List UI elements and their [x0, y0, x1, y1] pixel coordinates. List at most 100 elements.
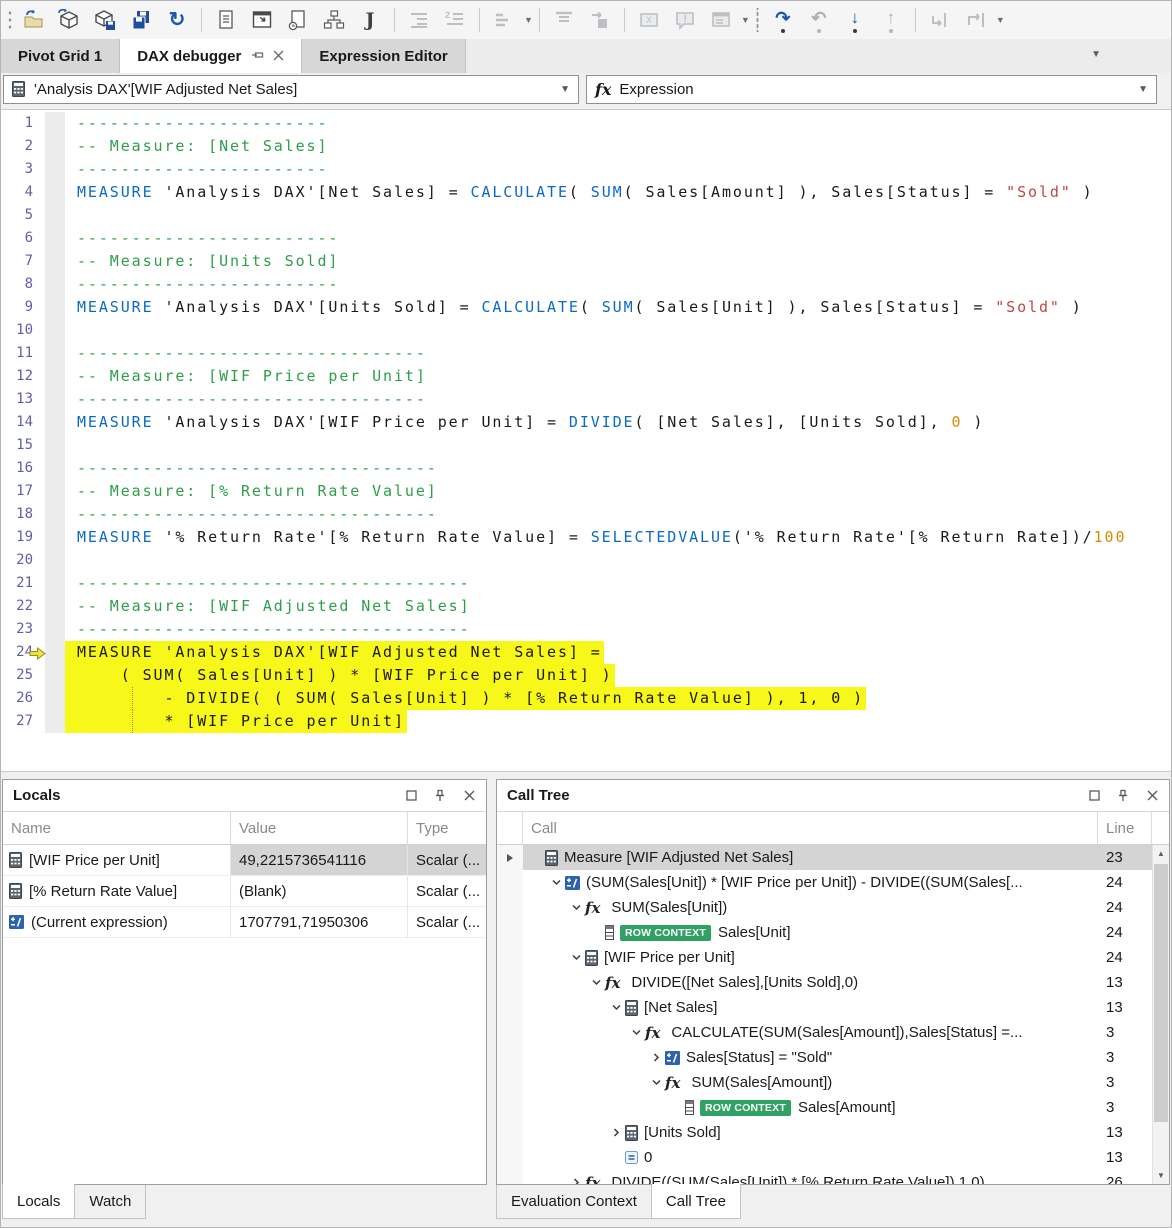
column-header-line[interactable]: Line	[1098, 812, 1152, 844]
run-results-icon[interactable]	[249, 7, 275, 33]
calltree-row[interactable]: ROW CONTEXTSales[Unit]24	[497, 920, 1152, 945]
debug-dropdown-icon[interactable]: ▼	[996, 15, 1005, 25]
windows-icon[interactable]	[708, 7, 734, 33]
save-model-icon[interactable]	[92, 7, 118, 33]
jump-out-icon[interactable]	[963, 7, 989, 33]
code-line[interactable]: 8------------------------	[1, 273, 1171, 296]
calltree-row[interactable]: Sales[Status] = "Sold"3	[497, 1045, 1152, 1070]
column-header-type[interactable]: Type	[408, 812, 486, 844]
code-line[interactable]: 1-----------------------	[1, 112, 1171, 135]
code-line[interactable]: 22-- Measure: [WIF Adjusted Net Sales]	[1, 595, 1171, 618]
code-line[interactable]: 14MEASURE 'Analysis DAX'[WIF Price per U…	[1, 411, 1171, 434]
tab-watch[interactable]: Watch	[75, 1185, 146, 1219]
tab-locals[interactable]: Locals	[2, 1184, 75, 1219]
tab-dax-debugger[interactable]: DAX debugger	[120, 39, 302, 73]
calltree-row[interactable]: [Units Sold]13	[497, 1120, 1152, 1145]
calltree-row[interactable]: fxCALCULATE(SUM(Sales[Amount]),Sales[Sta…	[497, 1020, 1152, 1045]
code-line[interactable]: 17-- Measure: [% Return Rate Value]	[1, 480, 1171, 503]
tab-call-tree[interactable]: Call Tree	[652, 1184, 741, 1219]
code-line[interactable]: 11--------------------------------	[1, 342, 1171, 365]
watch-window-icon[interactable]: X	[636, 7, 662, 33]
hierarchy-icon[interactable]	[321, 7, 347, 33]
chevron-down-icon[interactable]	[607, 1002, 625, 1013]
code-line[interactable]: 19MEASURE '% Return Rate'[% Return Rate …	[1, 526, 1171, 549]
code-line[interactable]: 2-- Measure: [Net Sales]	[1, 135, 1171, 158]
pin-icon[interactable]	[1116, 789, 1130, 803]
column-header-call[interactable]: Call	[523, 812, 1098, 844]
code-line[interactable]: 6------------------------	[1, 227, 1171, 250]
code-line[interactable]: 24MEASURE 'Analysis DAX'[WIF Adjusted Ne…	[1, 641, 1171, 664]
calltree-row[interactable]: Measure [WIF Adjusted Net Sales]23	[497, 845, 1152, 870]
chevron-right-icon[interactable]	[567, 1177, 585, 1184]
open-file-icon[interactable]	[20, 7, 46, 33]
code-line[interactable]: 3-----------------------	[1, 158, 1171, 181]
refresh-icon[interactable]: ↻	[164, 7, 190, 33]
code-line[interactable]: 16---------------------------------	[1, 457, 1171, 480]
close-icon[interactable]	[273, 48, 284, 65]
pin-icon[interactable]	[433, 789, 447, 803]
code-line[interactable]: 18---------------------------------	[1, 503, 1171, 526]
code-line[interactable]: 26 - DIVIDE( ( SUM( Sales[Unit] ) * [% R…	[1, 687, 1171, 710]
code-line[interactable]: 7-- Measure: [Units Sold]	[1, 250, 1171, 273]
script-icon[interactable]: J	[357, 7, 383, 33]
code-line[interactable]: 12-- Measure: [WIF Price per Unit]	[1, 365, 1171, 388]
format-indent-icon[interactable]	[406, 7, 432, 33]
column-header-value[interactable]: Value	[231, 812, 408, 844]
run-to-cursor-icon[interactable]	[927, 7, 953, 33]
code-line[interactable]: 9MEASURE 'Analysis DAX'[Units Sold] = CA…	[1, 296, 1171, 319]
chevron-right-icon[interactable]	[647, 1052, 665, 1063]
calltree-row[interactable]: fxDIVIDE([Net Sales],[Units Sold],0)13	[497, 970, 1152, 995]
code-line[interactable]: 13--------------------------------	[1, 388, 1171, 411]
tab-expression-editor[interactable]: Expression Editor	[302, 39, 465, 73]
calltree-row[interactable]: ROW CONTEXTSales[Amount]3	[497, 1095, 1152, 1120]
code-line[interactable]: 15	[1, 434, 1171, 457]
tab-pivot-grid-1[interactable]: Pivot Grid 1	[1, 39, 120, 73]
step-into-icon[interactable]: ↓	[842, 7, 868, 33]
chevron-down-icon[interactable]	[587, 977, 605, 988]
expression-selector[interactable]: fx Expression ▼	[586, 75, 1157, 104]
code-line[interactable]: 25 ( SUM( Sales[Unit] ) * [WIF Price per…	[1, 664, 1171, 687]
code-line[interactable]: 4MEASURE 'Analysis DAX'[Net Sales] = CAL…	[1, 181, 1171, 204]
close-icon[interactable]	[462, 789, 476, 803]
open-model-icon[interactable]	[56, 7, 82, 33]
chevron-down-icon[interactable]	[627, 1027, 645, 1038]
dax-code-editor[interactable]: 1-----------------------2-- Measure: [Ne…	[1, 109, 1171, 772]
close-icon[interactable]	[1145, 789, 1159, 803]
windows-dropdown-icon[interactable]: ▼	[741, 15, 750, 25]
scroll-up-icon[interactable]: ▲	[1153, 845, 1169, 862]
maximize-icon[interactable]	[404, 789, 418, 803]
calltree-row[interactable]: fxSUM(Sales[Amount])3	[497, 1070, 1152, 1095]
calltree-row[interactable]: (SUM(Sales[Unit]) * [WIF Price per Unit]…	[497, 870, 1152, 895]
chevron-down-icon[interactable]	[647, 1077, 665, 1088]
vertical-scrollbar[interactable]: ▲ ▼	[1152, 845, 1169, 1184]
calltree-row[interactable]: [Net Sales]13	[497, 995, 1152, 1020]
scroll-down-icon[interactable]: ▼	[1153, 1167, 1169, 1184]
step-over-icon[interactable]: ↷	[770, 7, 796, 33]
pin-icon[interactable]	[251, 48, 265, 65]
locals-row[interactable]: [WIF Price per Unit]49,2215736541116Scal…	[3, 845, 486, 876]
code-line[interactable]: 21------------------------------------	[1, 572, 1171, 595]
code-line[interactable]: 27 * [WIF Price per Unit]	[1, 710, 1171, 733]
chevron-right-icon[interactable]	[607, 1127, 625, 1138]
scrollbar-thumb[interactable]	[1154, 864, 1168, 1122]
code-line[interactable]: 23------------------------------------	[1, 618, 1171, 641]
maximize-icon[interactable]	[1087, 789, 1101, 803]
comment-window-icon[interactable]: !	[672, 7, 698, 33]
format-list-icon[interactable]	[491, 7, 517, 33]
chevron-down-icon[interactable]	[547, 877, 565, 888]
code-line[interactable]: 5	[1, 204, 1171, 227]
document-icon[interactable]	[213, 7, 239, 33]
code-line[interactable]: 20	[1, 549, 1171, 572]
save-all-icon[interactable]	[128, 7, 154, 33]
step-back-icon[interactable]: ↶	[806, 7, 832, 33]
chevron-down-icon[interactable]	[567, 902, 585, 913]
format-indent-2-icon[interactable]: 2	[442, 7, 468, 33]
column-header-name[interactable]: Name	[3, 812, 231, 844]
tab-evaluation-context[interactable]: Evaluation Context	[496, 1185, 652, 1219]
move-next-icon[interactable]	[587, 7, 613, 33]
align-top-icon[interactable]	[551, 7, 577, 33]
chevron-down-icon[interactable]: ▼	[1138, 84, 1148, 95]
code-line[interactable]: 10	[1, 319, 1171, 342]
measure-selector[interactable]: 'Analysis DAX'[WIF Adjusted Net Sales] ▼	[3, 75, 579, 104]
calltree-row[interactable]: 013	[497, 1145, 1152, 1170]
